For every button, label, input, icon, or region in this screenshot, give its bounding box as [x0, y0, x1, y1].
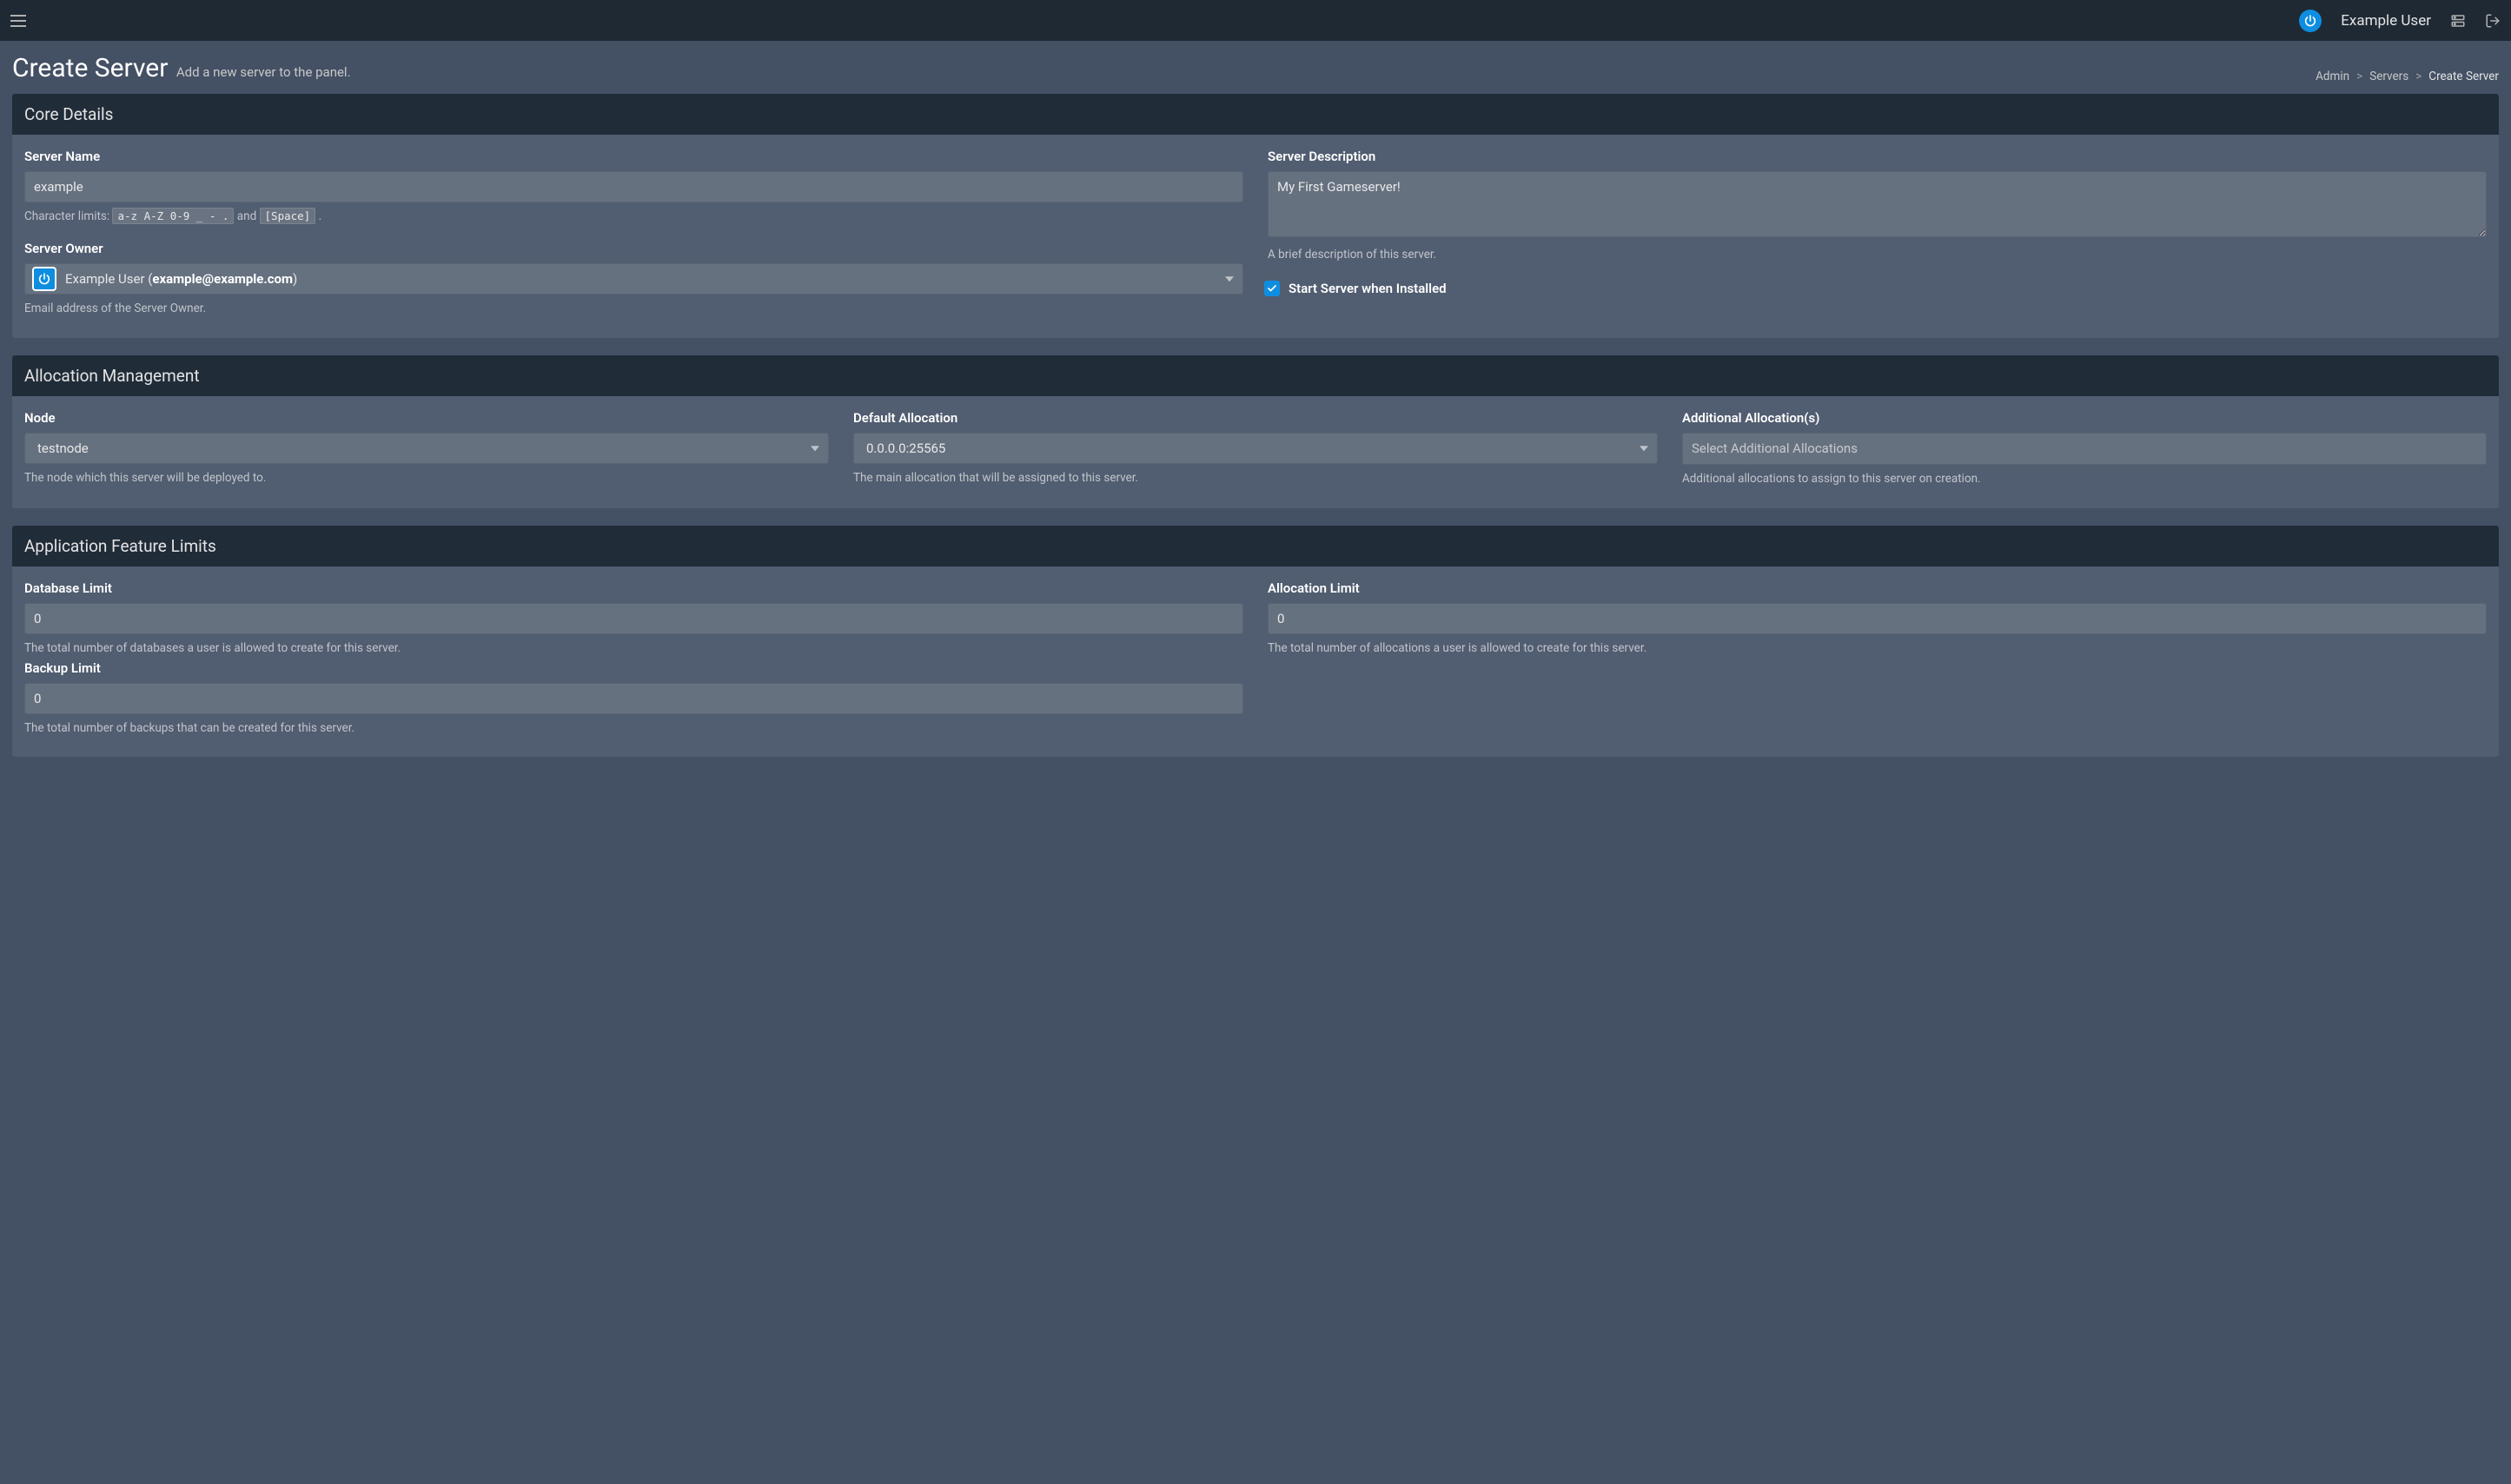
chevron-down-icon [811, 446, 819, 451]
breadcrumb-sep: > [2415, 70, 2422, 83]
panel-header: Application Feature Limits [12, 526, 2499, 566]
backup-limit-help: The total number of backups that can be … [24, 720, 1243, 737]
page-subtitle: Add a new server to the panel. [176, 64, 351, 80]
page-header: Create Server Add a new server to the pa… [12, 53, 2499, 83]
server-owner-label: Server Owner [24, 241, 1243, 256]
start-installed-label: Start Server when Installed [1289, 281, 1447, 296]
breadcrumb-sep: > [2356, 70, 2362, 83]
owner-value-prefix: Example User ( [65, 271, 152, 287]
start-installed-checkbox[interactable] [1264, 281, 1280, 296]
owner-value-email: example@example.com [152, 271, 293, 287]
backup-limit-input[interactable] [24, 683, 1243, 714]
server-owner-help: Email address of the Server Owner. [24, 301, 1243, 317]
topnav: Example User [0, 0, 2511, 41]
chevron-down-icon [1225, 276, 1234, 282]
brand-icon [2299, 10, 2322, 32]
server-desc-help: A brief description of this server. [1268, 247, 2487, 263]
panel-core-details: Core Details Server Name Character limit… [12, 94, 2499, 338]
logout-icon[interactable] [2485, 13, 2501, 29]
panel-header: Allocation Management [12, 355, 2499, 396]
chevron-down-icon [1640, 446, 1648, 451]
default-alloc-select[interactable]: 0.0.0.0:25565 [853, 433, 1658, 464]
server-name-help: Character limits: a-z A-Z 0-9 _ - . and … [24, 209, 1243, 225]
panel-allocation-management: Allocation Management Node testnode The … [12, 355, 2499, 508]
breadcrumb-admin[interactable]: Admin [2316, 70, 2349, 83]
alloc-limit-input[interactable] [1268, 603, 2487, 634]
avatar-icon [32, 267, 56, 291]
sidebar-toggle[interactable] [10, 15, 26, 27]
breadcrumb-current: Create Server [2428, 70, 2499, 83]
breadcrumb: Admin > Servers > Create Server [2316, 70, 2499, 83]
additional-alloc-label: Additional Allocation(s) [1682, 410, 2487, 426]
panel-header: Core Details [12, 94, 2499, 135]
server-owner-select[interactable]: Example User (example@example.com) [24, 263, 1243, 295]
panel-feature-limits: Application Feature Limits Database Limi… [12, 526, 2499, 758]
alloc-limit-help: The total number of allocations a user i… [1268, 640, 2487, 657]
server-name-input[interactable] [24, 171, 1243, 202]
default-alloc-help: The main allocation that will be assigne… [853, 470, 1658, 487]
page-title: Create Server [12, 53, 168, 83]
node-select[interactable]: testnode [24, 433, 829, 464]
breadcrumb-servers[interactable]: Servers [2369, 70, 2408, 83]
owner-value-suffix: ) [293, 271, 297, 287]
node-label: Node [24, 410, 829, 426]
server-desc-label: Server Description [1268, 149, 2487, 164]
backup-limit-label: Backup Limit [24, 660, 1243, 676]
user-menu[interactable]: Example User [2341, 12, 2431, 30]
default-alloc-value: 0.0.0.0:25565 [861, 441, 945, 456]
server-list-icon[interactable] [2450, 13, 2466, 29]
server-name-label: Server Name [24, 149, 1243, 164]
additional-alloc-help: Additional allocations to assign to this… [1682, 471, 2487, 487]
default-alloc-label: Default Allocation [853, 410, 1658, 426]
additional-alloc-input[interactable] [1682, 433, 2487, 465]
node-value: testnode [32, 441, 89, 456]
db-limit-input[interactable] [24, 603, 1243, 634]
alloc-limit-label: Allocation Limit [1268, 580, 2487, 596]
db-limit-label: Database Limit [24, 580, 1243, 596]
server-desc-textarea[interactable]: My First Gameserver! [1268, 171, 2487, 237]
node-help: The node which this server will be deplo… [24, 470, 829, 487]
db-limit-help: The total number of databases a user is … [24, 640, 1243, 657]
